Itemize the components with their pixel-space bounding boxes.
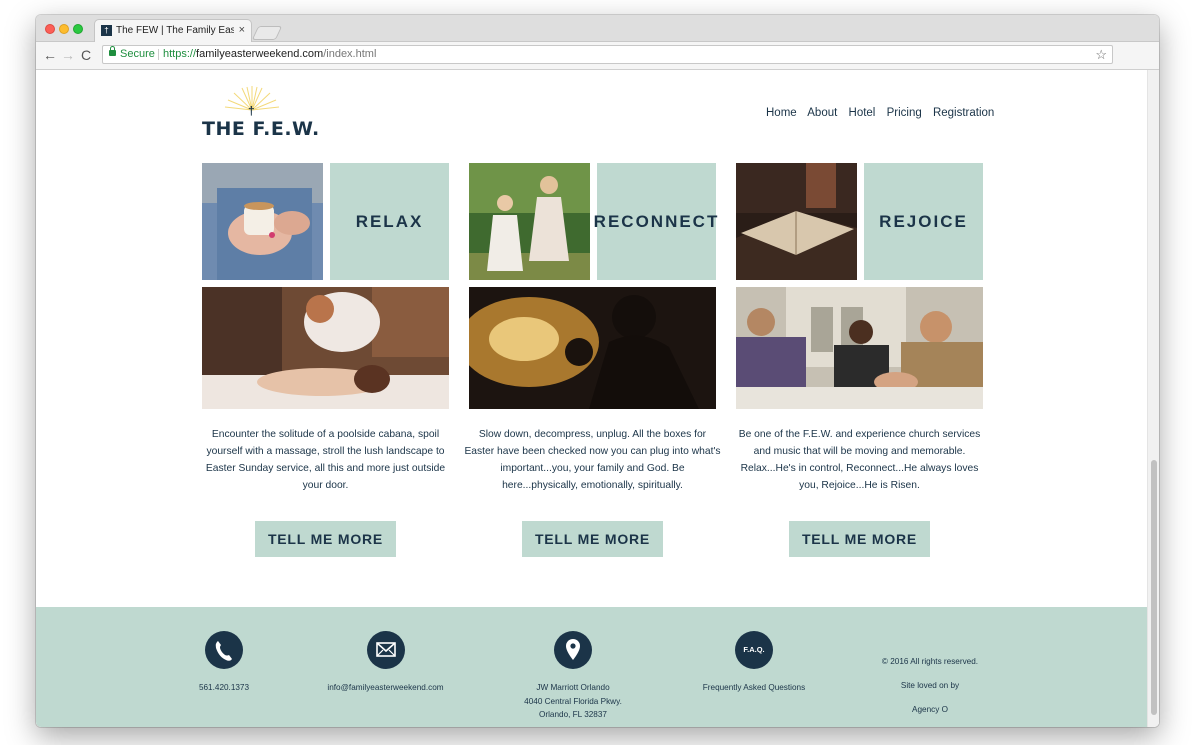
nav-home[interactable]: Home [766, 107, 797, 119]
scrollbar-thumb[interactable] [1151, 460, 1157, 715]
phone-number: 561.420.1373 [198, 683, 250, 692]
address-line-3: Orlando, FL 32837 [539, 710, 607, 719]
tab-bar: † The FEW | The Family Easter W × [36, 15, 1159, 42]
faq-badge: F.A.Q. [743, 645, 765, 654]
lock-icon [109, 46, 116, 56]
footer-credits: © 2016 All rights reserved. Site loved o… [856, 655, 1004, 727]
new-tab-button[interactable] [251, 26, 283, 40]
tab-close-icon[interactable]: × [239, 20, 245, 41]
map-pin-icon [554, 631, 592, 669]
email-address: info@familyeasterweekend.com [327, 683, 444, 692]
site-footer: 561.420.1373 info@familyeasterweekend.co… [36, 607, 1148, 727]
back-arrow-icon[interactable]: ← [43, 46, 57, 64]
browser-tab[interactable]: † The FEW | The Family Easter W × [94, 19, 252, 42]
copyright: © 2016 All rights reserved. [881, 657, 979, 666]
nav-about[interactable]: About [807, 107, 837, 119]
browser-window: † The FEW | The Family Easter W × ← → C … [36, 15, 1159, 727]
url-text: https://familyeasterweekend.com/index.ht… [163, 46, 376, 63]
tell-me-more-button-reconnect[interactable]: TELL ME MORE [522, 521, 663, 557]
tell-me-more-button-relax[interactable]: TELL ME MORE [255, 521, 396, 557]
massage-photo [202, 287, 449, 409]
credit-line-1: Site loved on by [900, 681, 960, 690]
address-bar[interactable]: Secure https://familyeasterweekend.com/i… [102, 45, 1113, 64]
tile-relax: RELAX [330, 163, 449, 280]
url-host: familyeasterweekend.com [196, 48, 324, 60]
url-protocol: https:// [163, 48, 197, 60]
description-reconnect: Slow down, decompress, unplug. All the b… [464, 429, 721, 491]
faq-icon: F.A.Q. [735, 631, 773, 669]
faq-label: Frequently Asked Questions [702, 683, 806, 692]
prayer-photo [736, 287, 983, 409]
bible-photo [736, 163, 857, 280]
minimize-window-button[interactable] [59, 24, 69, 34]
nav-hotel[interactable]: Hotel [849, 107, 876, 119]
tile-reconnect: RECONNECT [594, 163, 717, 280]
address-divider [158, 49, 159, 60]
nav-registration[interactable]: Registration [933, 107, 994, 119]
bookmark-star-icon[interactable]: ☆ [1095, 46, 1107, 63]
tell-me-more-button-rejoice[interactable]: TELL ME MORE [789, 521, 930, 557]
page-scrollbar[interactable] [1147, 70, 1159, 727]
reload-icon[interactable]: C [81, 46, 91, 64]
browser-toolbar: ← → C Secure https://familyeasterweekend… [36, 42, 1159, 70]
url-path: /index.html [323, 48, 377, 60]
father-child-photo [469, 287, 716, 409]
maximize-window-button[interactable] [73, 24, 83, 34]
secure-label: Secure [120, 48, 155, 60]
address-line-2: 4040 Central Florida Pkwy. [524, 696, 622, 706]
main-nav: Home About Hotel Pricing Registration [766, 107, 994, 119]
page-viewport: † THE F.E.W. Home About Hotel Pricing Re… [36, 70, 1159, 727]
description-relax: Encounter the solitude of a poolside cab… [205, 429, 446, 491]
girls-photo [469, 163, 590, 280]
favicon-icon: † [101, 25, 112, 36]
logo-text: THE F.E.W. [202, 118, 320, 140]
tile-rejoice: REJOICE [864, 163, 983, 280]
forward-arrow-icon[interactable]: → [61, 46, 75, 64]
logo-cross-icon: † [248, 104, 255, 118]
close-window-button[interactable] [45, 24, 55, 34]
tab-title: The FEW | The Family Easter W [116, 25, 234, 36]
credit-line-2[interactable]: Agency O [856, 703, 1004, 716]
envelope-icon [366, 631, 405, 669]
address: JW Marriott Orlando 4040 Central Florida… [508, 681, 638, 722]
address-line-1: JW Marriott Orlando [536, 683, 610, 692]
phone-icon [205, 631, 243, 669]
coffee-photo [202, 163, 323, 280]
sunburst-icon [224, 86, 280, 111]
description-rejoice: Be one of the F.E.W. and experience chur… [738, 429, 981, 491]
nav-pricing[interactable]: Pricing [887, 107, 922, 119]
site-logo[interactable]: † THE F.E.W. [202, 80, 319, 150]
